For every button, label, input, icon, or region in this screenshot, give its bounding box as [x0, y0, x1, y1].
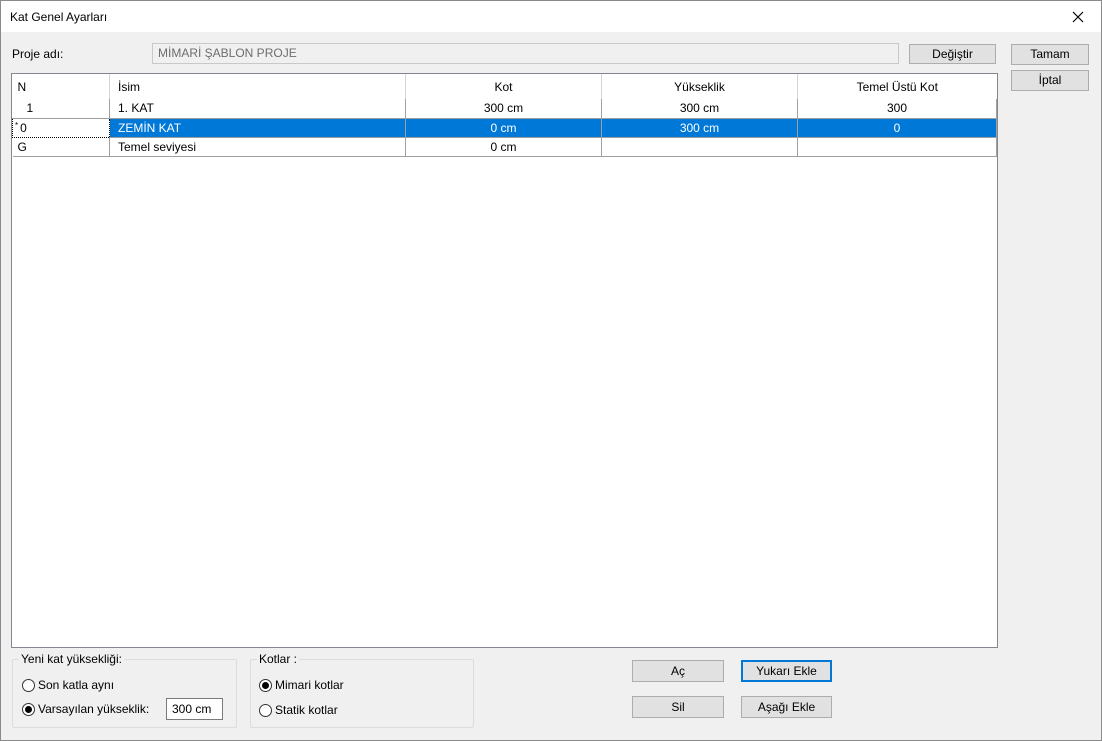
radio-default-height[interactable]: Varsayılan yükseklik: — [22, 702, 149, 716]
project-name-field: MİMARİ ŞABLON PROJE — [152, 43, 899, 64]
radio-indicator — [259, 703, 272, 717]
floor-table[interactable]: N İsim Kot Yükseklik Temel Üstü Kot 1 1.… — [11, 73, 998, 648]
ok-button[interactable]: Tamam — [1011, 44, 1089, 65]
header-kot[interactable]: Kot — [405, 74, 602, 99]
header-name[interactable]: İsim — [109, 74, 406, 99]
row-marker: * — [15, 120, 19, 130]
delete-button[interactable]: Sil — [632, 696, 724, 718]
kat-genel-ayarlari-dialog: Kat Genel Ayarları Proje adı: MİMARİ ŞAB… — [0, 0, 1102, 741]
cell-height[interactable]: 300 cm — [601, 99, 798, 119]
cell-height[interactable]: 300 cm — [601, 118, 798, 138]
table-header-row: N İsim Kot Yükseklik Temel Üstü Kot — [12, 74, 997, 99]
default-height-input[interactable]: 300 cm — [166, 698, 223, 720]
radio-indicator — [22, 678, 35, 692]
radio-same-as-last-floor[interactable]: Son katla aynı — [22, 678, 114, 692]
project-name-label: Proje adı: — [12, 47, 64, 61]
cell-n[interactable]: * 0 — [12, 117, 110, 138]
cell-name[interactable]: 1. KAT — [109, 99, 406, 119]
header-height[interactable]: Yükseklik — [601, 74, 798, 99]
header-foundation[interactable]: Temel Üstü Kot — [797, 74, 997, 99]
cell-kot[interactable]: 0 cm — [405, 118, 602, 138]
table-row[interactable]: G Temel seviyesi 0 cm — [12, 137, 997, 157]
add-above-button[interactable]: Yukarı Ekle — [741, 660, 832, 682]
levels-legend: Kotlar : — [259, 652, 298, 666]
cell-height[interactable] — [601, 137, 798, 157]
cell-foundation[interactable]: 300 — [797, 99, 997, 119]
cell-name[interactable]: ZEMİN KAT — [109, 118, 406, 138]
close-icon — [1072, 11, 1084, 22]
radio-architectural-levels[interactable]: Mimari kotlar — [259, 678, 344, 692]
open-button[interactable]: Aç — [632, 660, 724, 682]
table-row[interactable]: 1 1. KAT 300 cm 300 cm 300 — [12, 99, 997, 119]
radio-label: Varsayılan yükseklik: — [38, 702, 150, 716]
radio-label: Mimari kotlar — [275, 678, 344, 692]
cell-name[interactable]: Temel seviyesi — [109, 137, 406, 157]
cell-foundation[interactable]: 0 — [797, 118, 997, 138]
radio-static-levels[interactable]: Statik kotlar — [259, 703, 338, 717]
cell-kot[interactable]: 300 cm — [405, 99, 602, 119]
radio-indicator-checked — [259, 678, 272, 692]
radio-label: Son katla aynı — [38, 678, 115, 692]
cell-n[interactable]: G — [12, 137, 110, 157]
title-bar: Kat Genel Ayarları — [1, 1, 1101, 32]
change-project-button[interactable]: Değiştir — [909, 44, 996, 64]
cell-kot[interactable]: 0 cm — [405, 137, 602, 157]
add-below-button[interactable]: Aşağı Ekle — [741, 696, 832, 718]
radio-label: Statik kotlar — [275, 703, 338, 717]
radio-indicator-checked — [22, 702, 35, 716]
window-title: Kat Genel Ayarları — [10, 10, 108, 24]
header-n[interactable]: N — [12, 74, 110, 99]
cancel-button[interactable]: İptal — [1011, 70, 1089, 91]
new-floor-height-legend: Yeni kat yüksekliği: — [21, 652, 122, 666]
table-row-selected[interactable]: * 0 ZEMİN KAT 0 cm 300 cm 0 — [12, 117, 997, 138]
cell-foundation[interactable] — [797, 137, 997, 157]
cell-n[interactable]: 1 — [12, 99, 110, 119]
close-button[interactable] — [1055, 1, 1101, 32]
cell-n-value: 0 — [20, 120, 27, 135]
